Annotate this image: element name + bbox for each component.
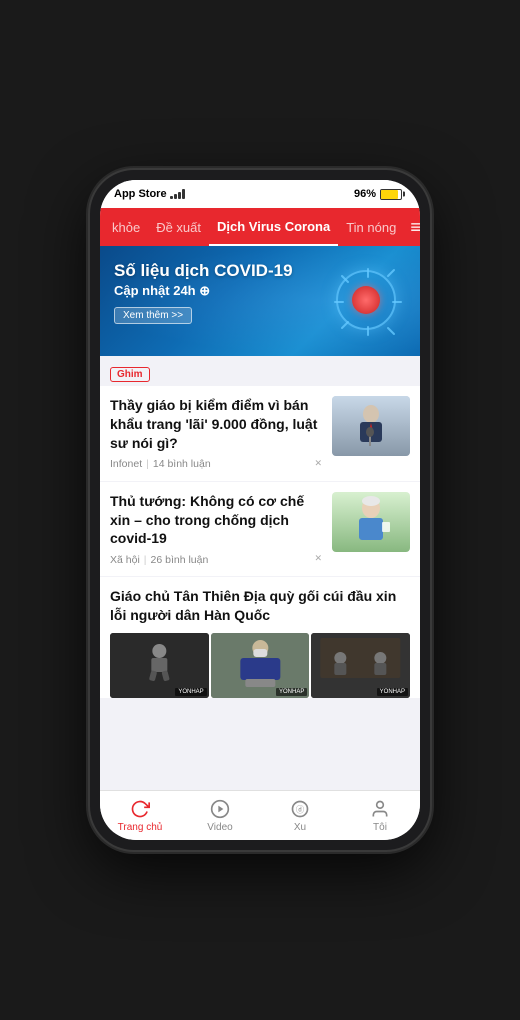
news-image-3-3: YONHAP [311, 633, 410, 698]
tab-icon-toi [369, 798, 391, 820]
nav-item-tin-nong[interactable]: Tin nóng [338, 208, 404, 246]
tab-icon-xu: ⓓ [289, 798, 311, 820]
thumb-person-svg-2 [332, 492, 410, 552]
status-bar: App Store 96% [100, 180, 420, 208]
nav-menu-icon[interactable]: ≡ [404, 217, 420, 238]
nav-item-de-xuat[interactable]: Đề xuất [148, 208, 209, 246]
news-image-3-1: YONHAP [110, 633, 209, 698]
battery-icon [380, 189, 402, 200]
virus-illustration [336, 270, 396, 330]
news-meta-1: Infonet | 14 bình luận ✕ [110, 458, 322, 471]
tab-toi[interactable]: Tôi [355, 798, 405, 833]
banner-visual [326, 260, 406, 340]
news-images-3: YONHAP YONHAP [110, 633, 410, 698]
tab-icon-video [209, 798, 231, 820]
tab-bar: Trang chủ Video ⓓ [100, 790, 420, 840]
meta-separator-1: | [146, 458, 149, 470]
svg-text:ⓓ: ⓓ [296, 804, 305, 814]
signal-bar-3 [178, 192, 181, 199]
news-item-1[interactable]: Thầy giáo bị kiểm điểm vì bán khẩu trang… [100, 386, 420, 481]
news-source-1: Infonet [110, 458, 142, 470]
tab-xu[interactable]: ⓓ Xu [275, 798, 325, 833]
diamond-icon: ⓓ [290, 799, 310, 819]
news-comments-2: 26 bình luận [151, 554, 209, 566]
covid-banner[interactable]: Số liệu dịch COVID-19 Cập nhật 24h ⊕ Xem… [100, 246, 420, 356]
news-close-1[interactable]: ✕ [314, 458, 322, 469]
news-source-2: Xã hội [110, 554, 140, 566]
nav-bar: khỏe Đề xuất Dịch Virus Corona Tin nóng … [100, 208, 420, 246]
battery-percent: 96% [354, 188, 376, 200]
pin-section: Ghim [100, 356, 420, 386]
banner-subtitle: Cập nhật 24h ⊕ [114, 283, 326, 299]
tab-label-toi: Tôi [373, 822, 387, 833]
battery-fill [381, 190, 398, 199]
banner-text: Số liệu dịch COVID-19 Cập nhật 24h ⊕ Xem… [114, 260, 326, 324]
tab-trang-chu[interactable]: Trang chủ [115, 798, 165, 833]
news-title-1: Thầy giáo bị kiểm điểm vì bán khẩu trang… [110, 396, 322, 453]
phone-screen: App Store 96% khỏe Đề xuất [100, 180, 420, 840]
tab-label-trang-chu: Trang chủ [118, 822, 163, 833]
play-icon [210, 799, 230, 819]
yonhap-tag-2: YONHAP [276, 688, 307, 696]
tab-label-video: Video [207, 822, 232, 833]
phone-frame: App Store 96% khỏe Đề xuất [90, 170, 430, 850]
news-title-2: Thủ tướng: Không có cơ chế xin – cho tro… [110, 492, 322, 549]
virus-spikes [333, 267, 403, 337]
news-comments-1: 14 bình luận [153, 458, 211, 470]
tab-label-xu: Xu [294, 822, 306, 833]
status-right: 96% [354, 188, 402, 200]
news-item-2[interactable]: Thủ tướng: Không có cơ chế xin – cho tro… [100, 482, 420, 577]
news-meta-2: Xã hội | 26 bình luận ✕ [110, 553, 322, 566]
carrier-text: App Store [114, 188, 167, 200]
news-thumb-1 [332, 396, 410, 456]
tab-video[interactable]: Video [195, 798, 245, 833]
content-area: Số liệu dịch COVID-19 Cập nhật 24h ⊕ Xem… [100, 246, 420, 790]
banner-button[interactable]: Xem thêm >> [114, 307, 192, 324]
person-icon [370, 799, 390, 819]
refresh-icon [130, 799, 150, 819]
signal-bar-2 [174, 194, 177, 199]
nav-item-suc-khoe[interactable]: khỏe [104, 208, 148, 246]
news-item-1-text: Thầy giáo bị kiểm điểm vì bán khẩu trang… [110, 396, 322, 471]
news-title-3: Giáo chủ Tân Thiên Địa quỳ gối cúi đầu x… [110, 587, 410, 625]
news-thumb-2 [332, 492, 410, 552]
signal-indicator [170, 189, 185, 199]
signal-bar-1 [170, 196, 173, 199]
news-item-3[interactable]: Giáo chủ Tân Thiên Địa quỳ gối cúi đầu x… [100, 577, 420, 698]
yonhap-tag-3: YONHAP [377, 688, 408, 696]
news-item-2-text: Thủ tướng: Không có cơ chế xin – cho tro… [110, 492, 322, 567]
pin-tag: Ghim [110, 367, 150, 382]
meta-separator-2: | [144, 554, 147, 566]
nav-item-dich-virus[interactable]: Dịch Virus Corona [209, 208, 338, 246]
tab-icon-trang-chu [129, 798, 151, 820]
signal-bar-4 [182, 189, 185, 199]
news-image-3-2: YONHAP [211, 633, 310, 698]
thumb-person-svg-1 [332, 396, 410, 456]
banner-title: Số liệu dịch COVID-19 [114, 260, 326, 281]
yonhap-tag-1: YONHAP [175, 688, 206, 696]
status-left: App Store [114, 188, 185, 200]
news-close-2[interactable]: ✕ [314, 553, 322, 564]
